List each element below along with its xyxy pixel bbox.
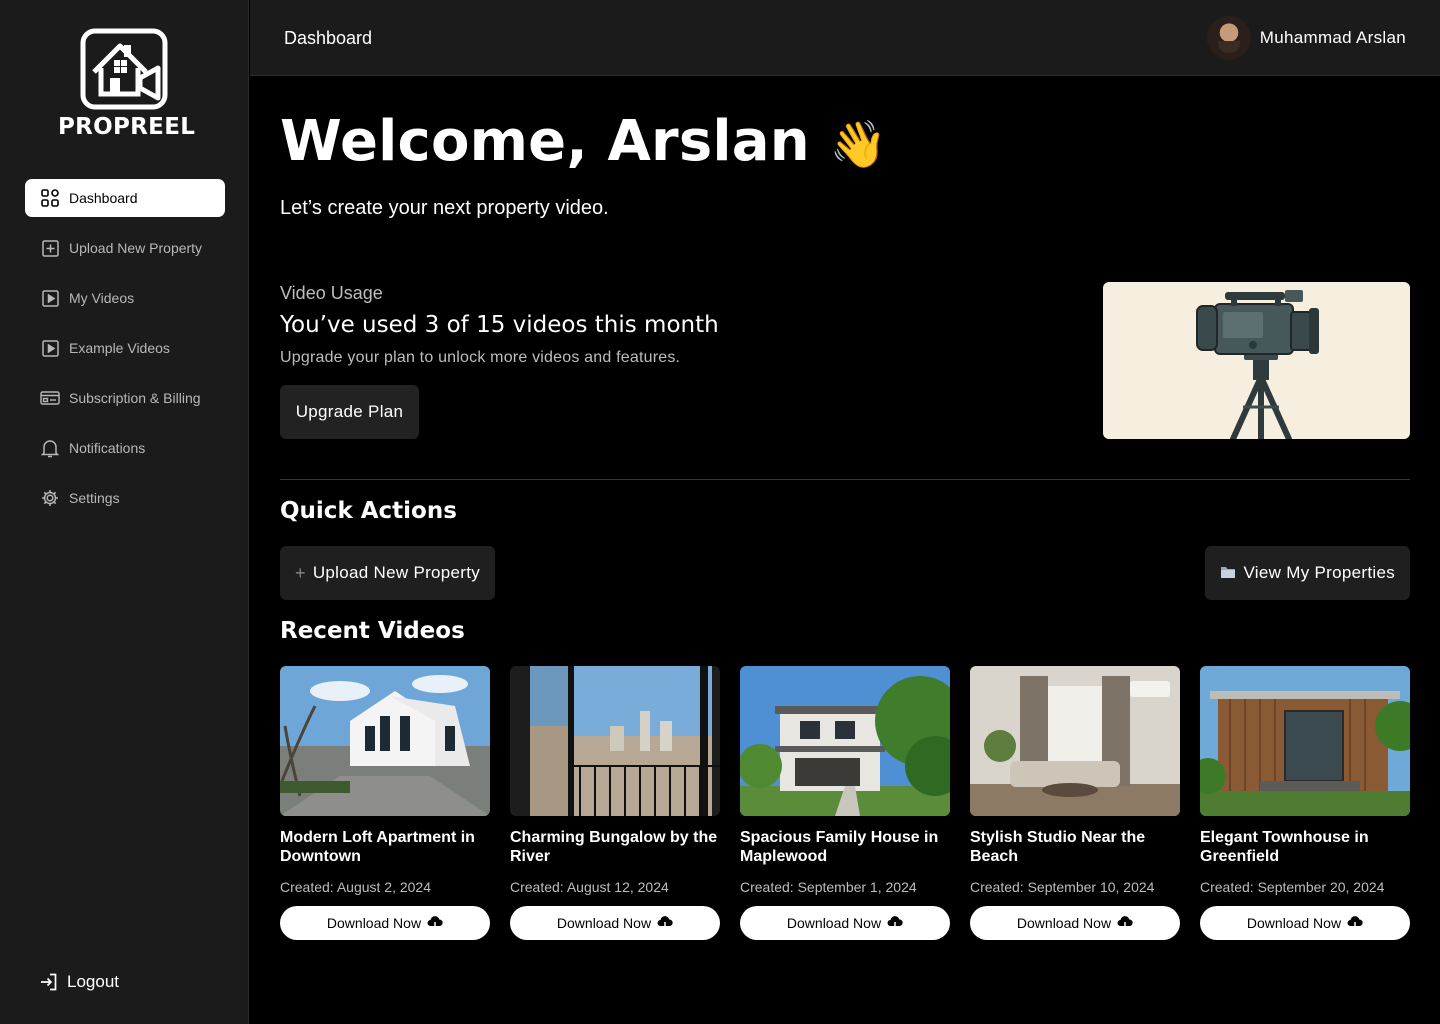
section-divider (280, 479, 1410, 480)
video-card: Elegant Townhouse in Greenfield Created:… (1200, 666, 1410, 940)
sidebar-item-upload-new-property[interactable]: Upload New Property (25, 229, 225, 267)
video-date: Created: September 1, 2024 (740, 879, 917, 895)
sidebar-item-notifications[interactable]: Notifications (25, 429, 225, 467)
download-now-button[interactable]: Download Now (740, 906, 950, 940)
video-date: Created: September 20, 2024 (1200, 879, 1385, 895)
plus-square-icon (40, 238, 60, 258)
video-date: Created: August 2, 2024 (280, 879, 431, 895)
download-label: Download Now (326, 915, 422, 931)
play-square-icon (40, 288, 60, 308)
video-camera-illustration (1103, 282, 1410, 439)
cloud-download-icon (887, 916, 903, 930)
upload-new-property-button[interactable]: + Upload New Property (280, 546, 496, 600)
cloud-download-icon (1347, 916, 1363, 930)
avatar[interactable] (1206, 16, 1251, 60)
video-thumbnail[interactable] (1200, 666, 1410, 816)
video-card: Spacious Family House in Maplewood Creat… (740, 666, 950, 940)
logout-label: Logout (67, 972, 119, 991)
video-date: Created: August 12, 2024 (510, 879, 669, 895)
cloud-download-icon (657, 916, 673, 930)
sidebar-item-label: Settings (69, 490, 120, 506)
video-title: Charming Bungalow by the River (510, 829, 718, 865)
usage-label: Video Usage (280, 283, 383, 303)
sidebar-item-label: Example Videos (69, 340, 170, 356)
top-bar: Dashboard Muhammad Arslan (250, 0, 1440, 76)
gear-icon (40, 488, 60, 508)
download-now-button[interactable]: Download Now (970, 906, 1180, 940)
page-title: Dashboard (284, 28, 373, 48)
logout-button[interactable]: Logout (39, 972, 119, 992)
cloud-download-icon (427, 916, 443, 930)
usage-headline: You’ve used 3 of 15 videos this month (280, 312, 719, 338)
video-title: Stylish Studio Near the Beach (970, 829, 1146, 865)
sidebar-item-label: Notifications (69, 440, 146, 456)
download-label: Download Now (1246, 915, 1342, 931)
video-thumbnail[interactable] (970, 666, 1180, 816)
download-label: Download Now (556, 915, 652, 931)
user-menu[interactable]: Muhammad Arslan (1206, 16, 1406, 60)
sidebar-item-example-videos[interactable]: Example Videos (25, 329, 225, 367)
brand-name: PROPREEL (58, 114, 196, 140)
sidebar-item-my-videos[interactable]: My Videos (25, 279, 225, 317)
download-label: Download Now (1016, 915, 1112, 931)
quick-actions-title: Quick Actions (280, 498, 457, 524)
video-thumbnail[interactable] (510, 666, 720, 816)
user-name: Muhammad Arslan (1259, 28, 1406, 47)
plus-icon: + (295, 562, 306, 583)
video-card: Stylish Studio Near the Beach Created: S… (970, 666, 1180, 940)
upload-new-property-label: Upload New Property (312, 563, 481, 582)
video-title: Elegant Townhouse in Greenfield (1200, 829, 1369, 865)
sidebar-nav: Dashboard Upload New Property My Videos … (25, 179, 225, 529)
bell-icon (40, 438, 60, 458)
view-my-properties-button[interactable]: View My Properties (1205, 546, 1410, 600)
welcome-subtitle: Let’s create your next property video. (280, 197, 609, 219)
recent-videos-title: Recent Videos (280, 618, 465, 644)
sidebar-item-label: Upload New Property (69, 240, 203, 256)
view-my-properties-label: View My Properties (1243, 563, 1395, 582)
video-thumbnail[interactable] (740, 666, 950, 816)
propreel-logo-icon (80, 28, 168, 110)
folder-icon (1220, 563, 1236, 584)
video-thumbnail[interactable] (280, 666, 490, 816)
video-card: Modern Loft Apartment in Downtown Create… (280, 666, 490, 940)
video-date: Created: September 10, 2024 (970, 879, 1155, 895)
video-camera-icon (1196, 290, 1319, 439)
sidebar-item-settings[interactable]: Settings (25, 479, 225, 517)
cloud-download-icon (1117, 916, 1133, 930)
sidebar: PROPREEL Dashboard Upload New Property M… (0, 0, 249, 1024)
download-now-button[interactable]: Download Now (1200, 906, 1410, 940)
sidebar-item-label: Subscription & Billing (69, 390, 201, 406)
sidebar-item-subscription-billing[interactable]: Subscription & Billing (25, 379, 225, 417)
recent-videos-list: Modern Loft Apartment in Downtown Create… (280, 666, 1410, 940)
brand-logo[interactable]: PROPREEL (58, 28, 196, 140)
video-title: Modern Loft Apartment in Downtown (280, 829, 475, 865)
sidebar-item-label: My Videos (69, 290, 135, 306)
upgrade-plan-button[interactable]: Upgrade Plan (280, 385, 419, 439)
welcome-text: Welcome, Arslan (280, 109, 810, 174)
play-square-icon (40, 338, 60, 358)
sidebar-item-label: Dashboard (69, 190, 138, 206)
download-label: Download Now (786, 915, 882, 931)
welcome-heading: Welcome, Arslan 👋 (280, 108, 887, 178)
sidebar-item-dashboard[interactable]: Dashboard (25, 179, 225, 217)
dashboard-grid-icon (40, 188, 60, 208)
video-title: Spacious Family House in Maplewood (740, 829, 939, 865)
credit-card-icon (40, 388, 60, 408)
download-now-button[interactable]: Download Now (510, 906, 720, 940)
video-card: Charming Bungalow by the River Created: … (510, 666, 720, 940)
logout-icon (39, 972, 59, 992)
usage-description: Upgrade your plan to unlock more videos … (280, 349, 681, 366)
download-now-button[interactable]: Download Now (280, 906, 490, 940)
waving-hand-icon: 👋 (829, 117, 888, 171)
